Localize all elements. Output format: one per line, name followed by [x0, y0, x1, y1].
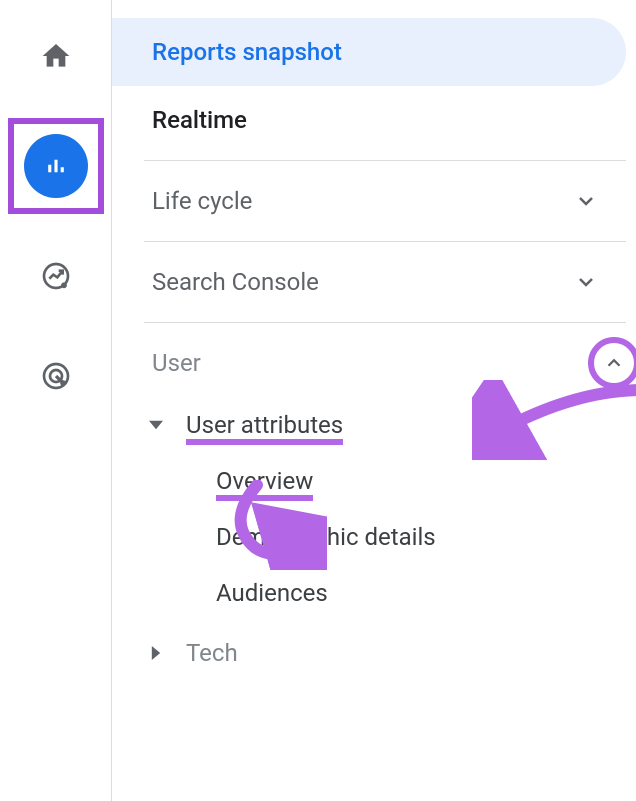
- menu-label: Reports snapshot: [152, 38, 342, 66]
- rail-home[interactable]: [28, 28, 84, 84]
- rail-reports[interactable]: [24, 134, 88, 198]
- menu-divider: [144, 322, 626, 323]
- target-click-icon: [40, 360, 72, 392]
- menu-reports-snapshot[interactable]: Reports snapshot: [112, 18, 626, 86]
- home-icon: [40, 40, 72, 72]
- reports-menu: Reports snapshot Realtime Life cycle Sea…: [112, 18, 626, 681]
- menu-label: User: [152, 349, 201, 377]
- menu-divider: [144, 241, 626, 242]
- menu-user-attributes[interactable]: User attributes: [112, 397, 626, 453]
- trend-circle-icon: [40, 260, 72, 292]
- menu-label: Life cycle: [152, 187, 252, 215]
- menu-user-group[interactable]: User: [112, 329, 626, 397]
- bar-chart-icon: [41, 151, 71, 181]
- user-sublist: User attributes Overview Demographic det…: [112, 397, 626, 681]
- chevron-up-icon: [603, 352, 625, 374]
- caret-down-icon: [144, 418, 168, 432]
- caret-right-icon: [144, 646, 168, 660]
- navigation-rail: [0, 0, 112, 801]
- menu-label: Demographic details: [216, 523, 436, 551]
- menu-divider: [144, 160, 626, 161]
- menu-life-cycle[interactable]: Life cycle: [112, 167, 626, 235]
- menu-tech[interactable]: Tech: [112, 621, 626, 681]
- menu-label: Audiences: [216, 579, 328, 607]
- annotation-highlight-reports: [8, 118, 104, 214]
- menu-demographic-details[interactable]: Demographic details: [112, 509, 626, 565]
- reports-panel: Reports snapshot Realtime Life cycle Sea…: [112, 0, 636, 801]
- menu-label: Search Console: [152, 268, 319, 296]
- menu-label: Overview: [216, 467, 313, 495]
- chevron-down-icon: [574, 270, 598, 294]
- rail-explore[interactable]: [28, 248, 84, 304]
- menu-label: User attributes: [186, 411, 343, 439]
- menu-search-console[interactable]: Search Console: [112, 248, 626, 316]
- menu-overview[interactable]: Overview: [112, 453, 626, 509]
- menu-label: Tech: [186, 639, 238, 667]
- annotation-highlight-chevron: [588, 337, 636, 389]
- chevron-down-icon: [574, 189, 598, 213]
- menu-realtime[interactable]: Realtime: [112, 86, 626, 154]
- menu-audiences[interactable]: Audiences: [112, 565, 626, 621]
- rail-advertising[interactable]: [28, 348, 84, 404]
- menu-label: Realtime: [152, 106, 247, 134]
